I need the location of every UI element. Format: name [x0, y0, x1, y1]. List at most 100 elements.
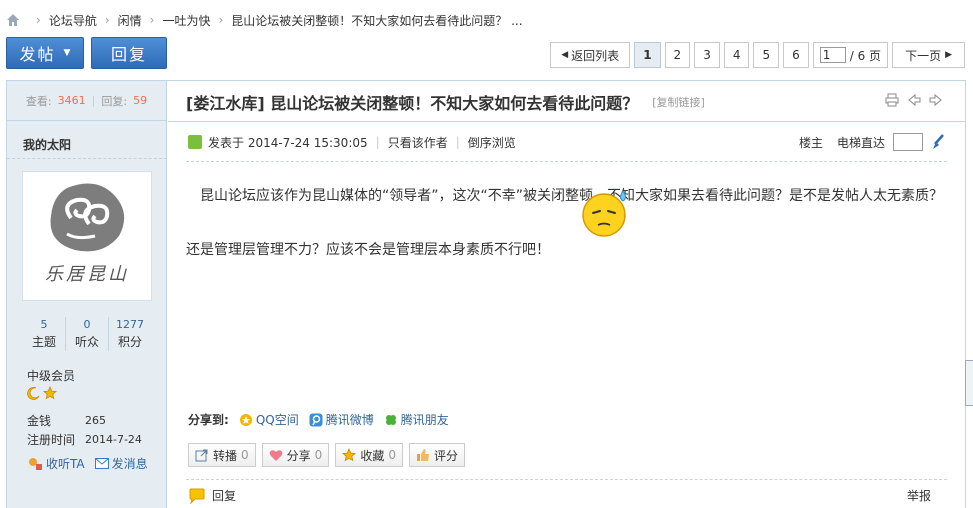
- views-count: 3461: [57, 94, 86, 107]
- count-topics[interactable]: 5 主题: [23, 317, 65, 351]
- rank-icons: [27, 386, 57, 400]
- page-4[interactable]: 4: [723, 42, 750, 68]
- breadcrumb-separator: ›: [104, 13, 110, 27]
- clover-icon: [385, 414, 396, 425]
- meta-separator: |: [375, 135, 380, 149]
- divider: [7, 158, 167, 159]
- page-total: / 6 页: [849, 48, 882, 63]
- report-link[interactable]: 举报: [907, 487, 931, 504]
- thread-stats: 查看: 3461 | 回复: 59: [7, 81, 166, 121]
- logo-icon: [50, 183, 125, 252]
- post-title: [娄江水库] 昆山论坛被关闭整顿！不知大家如何去看待此问题？: [186, 94, 639, 113]
- repost-count: 0: [241, 448, 249, 462]
- reply-label: 回复: [110, 45, 147, 64]
- post-main: [娄江水库] 昆山论坛被关闭整顿！不知大家如何去看待此问题？ [复制链接] 发表…: [168, 81, 965, 508]
- author-info: 金钱 265 注册时间 2014-7-24: [27, 411, 142, 449]
- repost-icon: [195, 449, 208, 462]
- page-3[interactable]: 3: [694, 42, 720, 68]
- share-count: 0: [314, 448, 323, 462]
- new-post-button[interactable]: 发帖 ▼: [6, 37, 84, 69]
- share-tencent-friends[interactable]: 腾讯朋友: [384, 411, 449, 428]
- author-counts: 5 主题 0 听众 1277 积分: [23, 317, 151, 351]
- side-feedback-tab[interactable]: [965, 360, 973, 406]
- count-value: 0: [83, 318, 91, 331]
- follow-label: 收听TA: [46, 457, 85, 471]
- reply-link[interactable]: 回复: [188, 487, 236, 504]
- favorite-button[interactable]: 收藏 0: [335, 443, 403, 467]
- send-message-label: 发消息: [111, 457, 148, 471]
- reverse-order-link[interactable]: 倒序浏览: [468, 134, 516, 151]
- only-author-link[interactable]: 只看该作者: [388, 134, 448, 151]
- home-icon[interactable]: [6, 13, 20, 27]
- count-label: 主题: [31, 335, 56, 349]
- divider: [186, 479, 947, 480]
- breadcrumb-separator: ›: [218, 13, 224, 27]
- page-2[interactable]: 2: [664, 42, 691, 68]
- rate-button[interactable]: 评分: [408, 443, 465, 467]
- post-meta: 发表于 2014-7-24 15:30:05 | 只看该作者 | 倒序浏览 楼主…: [188, 133, 945, 151]
- next-page-button[interactable]: 下一页 ▶: [892, 42, 965, 68]
- prev-thread-icon[interactable]: [907, 93, 921, 107]
- print-icon[interactable]: [885, 93, 899, 107]
- count-label: 积分: [117, 335, 142, 349]
- reply-button[interactable]: 回复: [91, 37, 167, 69]
- author-actions: 收听TA 发消息: [27, 455, 148, 472]
- count-listeners[interactable]: 0 听众: [65, 317, 108, 351]
- info-row: 金钱 265: [27, 411, 142, 430]
- star-icon: [43, 386, 57, 400]
- breadcrumb-separator: ›: [36, 13, 41, 27]
- favorite-count: 0: [388, 448, 396, 462]
- share-label: 分享到:: [188, 413, 229, 427]
- share-qzone-label: QQ空间: [255, 413, 299, 427]
- breadcrumb-leisure[interactable]: 闲情: [118, 12, 142, 29]
- envelope-icon: [94, 458, 109, 469]
- post-time: 发表于 2014-7-24 15:30:05: [208, 135, 368, 150]
- page-jump-input[interactable]: 1: [819, 47, 846, 63]
- sweat-emoji-icon: [582, 190, 626, 237]
- repost-button[interactable]: 转播 0: [188, 443, 256, 467]
- count-points[interactable]: 1277 积分: [108, 317, 151, 351]
- avatar-caption: 乐居昆山: [45, 264, 129, 285]
- pagination: ◀ 返回列表 1 2 3 4 5 6 1 / 6 页 下一页 ▶: [550, 42, 965, 68]
- moon-icon: [27, 387, 40, 400]
- info-key: 注册时间: [27, 433, 76, 447]
- go-floor-icon[interactable]: [931, 134, 945, 150]
- author-name[interactable]: 我的太阳: [23, 136, 71, 153]
- page-1[interactable]: 1: [634, 42, 661, 68]
- back-to-list-button[interactable]: ◀ 返回列表: [550, 42, 631, 68]
- share-button[interactable]: 分享 0: [261, 443, 330, 467]
- chevron-down-icon[interactable]: ▼: [64, 48, 71, 58]
- next-thread-icon[interactable]: [929, 93, 943, 107]
- page-5[interactable]: 5: [753, 42, 780, 68]
- post-title-row: [娄江水库] 昆山论坛被关闭整顿！不知大家如何去看待此问题？ [复制链接]: [186, 91, 935, 113]
- share-tencent-weibo-label: 腾讯微博: [325, 413, 374, 427]
- avatar[interactable]: 乐居昆山: [22, 171, 152, 301]
- count-value: 5: [40, 318, 48, 331]
- new-post-label: 发帖: [19, 45, 56, 64]
- title-tools: [885, 93, 943, 107]
- user-group[interactable]: 中级会员: [27, 367, 75, 384]
- divider: [168, 121, 965, 122]
- views-label: 查看:: [25, 94, 52, 108]
- copy-link[interactable]: [复制链接]: [652, 94, 705, 110]
- breadcrumb: › 论坛导航 › 闲情 › 一吐为快 › 昆山论坛被关闭整顿！不知大家如何去看待…: [6, 10, 523, 30]
- page-jump: 1 / 6 页: [812, 42, 889, 68]
- share-bar: 分享到: QQ空间 腾讯微博 腾讯朋友: [188, 411, 449, 428]
- info-value: 265: [85, 414, 106, 427]
- floor-input[interactable]: [893, 133, 923, 151]
- breadcrumb-board[interactable]: 一吐为快: [162, 12, 210, 29]
- post-frame: 查看: 3461 | 回复: 59 我的太阳 乐居昆山 5 主题 0 听众 12…: [6, 80, 966, 508]
- share-tencent-weibo[interactable]: 腾讯微博: [309, 411, 374, 428]
- follow-button[interactable]: 收听TA: [27, 455, 85, 472]
- share-qzone[interactable]: QQ空间: [239, 411, 299, 428]
- back-arrow-icon: ◀: [561, 50, 569, 60]
- post-content: 昆山论坛应该作为昆山媒体的“领导者”，这次“不幸”被关闭整顿，不知大家如果去看待…: [186, 188, 944, 258]
- breadcrumb-forum-nav[interactable]: 论坛导航: [49, 12, 97, 29]
- info-value: 2014-7-24: [85, 433, 142, 446]
- breadcrumb-thread[interactable]: 昆山论坛被关闭整顿！不知大家如何去看待此问题？ ...: [231, 12, 522, 29]
- tencent-weibo-icon: [309, 413, 323, 426]
- send-message-button[interactable]: 发消息: [94, 455, 148, 472]
- count-value: 1277: [116, 318, 144, 331]
- back-to-list-label: 返回列表: [571, 48, 620, 63]
- page-6[interactable]: 6: [783, 42, 809, 68]
